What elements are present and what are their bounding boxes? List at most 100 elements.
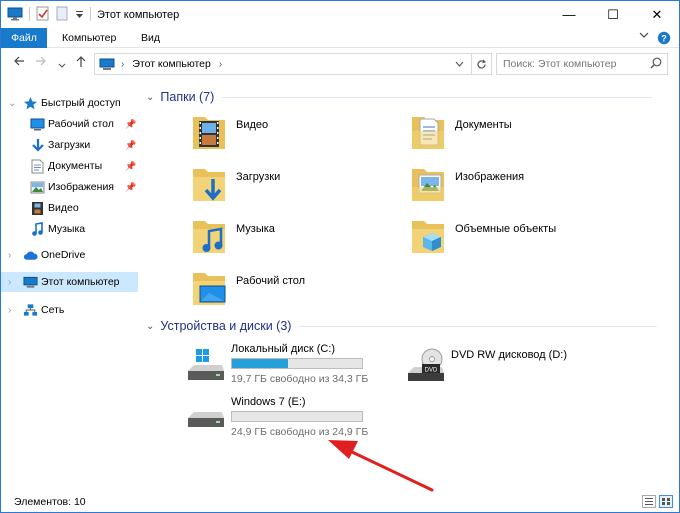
- folders-group-header[interactable]: ⌄ Папки (7): [143, 87, 673, 107]
- expand-chevron-icon[interactable]: ›: [8, 250, 11, 261]
- recent-locations-icon[interactable]: [58, 58, 66, 72]
- group-title: Устройства и диски (3): [160, 319, 292, 333]
- nav-quick-access[interactable]: ⌄ Быстрый доступ: [1, 93, 138, 113]
- group-title: Папки (7): [160, 90, 215, 104]
- folder-pictures[interactable]: Изображения: [410, 165, 620, 211]
- properties-icon[interactable]: [36, 6, 50, 21]
- tab-file[interactable]: Файл: [1, 28, 47, 48]
- svg-text:DVD: DVD: [425, 368, 438, 374]
- up-icon[interactable]: [75, 55, 87, 71]
- download-icon: [30, 138, 45, 153]
- nav-network[interactable]: › Сеть: [1, 300, 138, 320]
- maximize-button[interactable]: ☐: [591, 1, 635, 28]
- breadcrumb-this-pc[interactable]: Этот компьютер: [132, 58, 211, 70]
- folder-name: Документы: [455, 119, 512, 131]
- cloud-icon: [23, 248, 38, 263]
- nav-pictures[interactable]: Изображения 📌: [1, 177, 138, 197]
- folder-video[interactable]: Видео: [191, 113, 401, 159]
- expand-ribbon-icon[interactable]: [639, 31, 649, 39]
- drive-e[interactable]: Windows 7 (E:) 24,9 ГБ свободно из 24,9 …: [186, 396, 406, 446]
- folder-name: Рабочий стол: [236, 275, 306, 287]
- folder-3d-objects[interactable]: Объемные объекты: [410, 217, 620, 263]
- folder-name: Музыка: [236, 223, 275, 235]
- nav-item-label: Видео: [48, 202, 79, 214]
- drive-usage-bar: [231, 358, 363, 369]
- forward-icon[interactable]: [35, 55, 47, 70]
- pin-icon[interactable]: 📌: [125, 140, 136, 151]
- nav-video[interactable]: Видео: [1, 198, 138, 218]
- video-icon: [30, 201, 45, 216]
- help-icon[interactable]: ?: [657, 31, 671, 45]
- drive-free-space: 24,9 ГБ свободно из 24,9 ГБ: [231, 426, 369, 438]
- search-input[interactable]: [503, 58, 648, 70]
- address-dropdown-icon[interactable]: [455, 58, 464, 70]
- pin-icon[interactable]: 📌: [125, 182, 136, 193]
- nav-item-label: Изображения: [48, 181, 114, 193]
- music-icon: [30, 221, 45, 237]
- tab-computer[interactable]: Компьютер: [51, 28, 127, 48]
- drive-c[interactable]: Локальный диск (C:) 19,7 ГБ свободно из …: [186, 343, 406, 393]
- pictures-icon: [30, 180, 45, 195]
- close-button[interactable]: ✕: [635, 1, 679, 28]
- video-folder-icon: [193, 117, 225, 149]
- dvd-drive-icon: DVD: [408, 348, 444, 381]
- nav-onedrive[interactable]: › OneDrive: [1, 245, 138, 265]
- collapse-chevron-icon[interactable]: ⌄: [146, 321, 154, 332]
- address-bar[interactable]: › Этот компьютер ›: [94, 53, 492, 75]
- nav-this-pc[interactable]: › Этот компьютер: [1, 272, 138, 292]
- expand-chevron-icon[interactable]: ›: [8, 277, 11, 288]
- separator: [29, 6, 30, 21]
- tab-view[interactable]: Вид: [130, 28, 171, 48]
- nav-documents[interactable]: Документы 📌: [1, 156, 138, 176]
- breadcrumb-separator-icon[interactable]: ›: [121, 59, 124, 70]
- drives-group-header[interactable]: ⌄ Устройства и диски (3): [143, 316, 673, 336]
- folder-name: Изображения: [455, 171, 525, 183]
- collapse-chevron-icon[interactable]: ⌄: [8, 98, 16, 109]
- nav-item-label: Быстрый доступ: [41, 97, 121, 109]
- folder-desktop[interactable]: Рабочий стол: [191, 269, 401, 315]
- group-divider: [222, 96, 653, 98]
- navigation-pane: ⌄ Быстрый доступ Рабочий стол 📌 Загрузки…: [1, 81, 138, 489]
- star-icon: [23, 96, 38, 111]
- folder-music[interactable]: Музыка: [191, 217, 401, 263]
- back-icon[interactable]: [13, 55, 25, 70]
- network-icon: [23, 303, 38, 318]
- details-view-icon[interactable]: [642, 495, 656, 508]
- search-box[interactable]: [496, 53, 668, 75]
- downloads-folder-icon: [193, 169, 225, 201]
- pin-icon[interactable]: 📌: [125, 161, 136, 172]
- computer-icon: [99, 58, 115, 70]
- computer-icon: [23, 275, 38, 290]
- nav-music[interactable]: Музыка: [1, 219, 138, 239]
- refresh-button[interactable]: [471, 54, 491, 74]
- customize-dropdown-icon[interactable]: [75, 9, 84, 19]
- folder-name: Загрузки: [236, 171, 281, 183]
- nav-desktop[interactable]: Рабочий стол 📌: [1, 114, 138, 134]
- svg-text:?: ?: [661, 34, 667, 44]
- separator: [90, 6, 91, 21]
- desktop-icon: [30, 117, 45, 132]
- collapse-chevron-icon[interactable]: ⌄: [146, 92, 154, 103]
- search-icon[interactable]: [650, 57, 662, 72]
- drive-name: DVD RW дисковод (D:): [451, 349, 567, 361]
- nav-item-label: OneDrive: [41, 249, 86, 261]
- quick-access-toolbar: [7, 6, 91, 21]
- nav-item-label: Документы: [48, 160, 103, 172]
- nav-downloads[interactable]: Загрузки 📌: [1, 135, 138, 155]
- explorer-window: Этот компьютер — ☐ ✕ Файл Компьютер Вид …: [0, 0, 680, 513]
- music-folder-icon: [193, 221, 225, 253]
- large-icons-view-icon[interactable]: [659, 495, 673, 508]
- folder-downloads[interactable]: Загрузки: [191, 165, 401, 211]
- content-pane: ⌄ Папки (7) Видео Документы Загрузки Изо…: [143, 81, 673, 489]
- breadcrumb-separator-icon[interactable]: ›: [219, 59, 222, 70]
- new-folder-icon[interactable]: [56, 6, 69, 21]
- drive-d[interactable]: DVD DVD RW дисковод (D:): [406, 343, 626, 393]
- folder-documents[interactable]: Документы: [410, 113, 620, 159]
- hard-drive-icon: [188, 412, 224, 427]
- computer-icon: [7, 7, 23, 20]
- pin-icon[interactable]: 📌: [125, 119, 136, 130]
- drive-usage-fill: [232, 359, 288, 368]
- group-divider: [299, 325, 658, 327]
- minimize-button[interactable]: —: [547, 1, 591, 28]
- expand-chevron-icon[interactable]: ›: [8, 305, 11, 316]
